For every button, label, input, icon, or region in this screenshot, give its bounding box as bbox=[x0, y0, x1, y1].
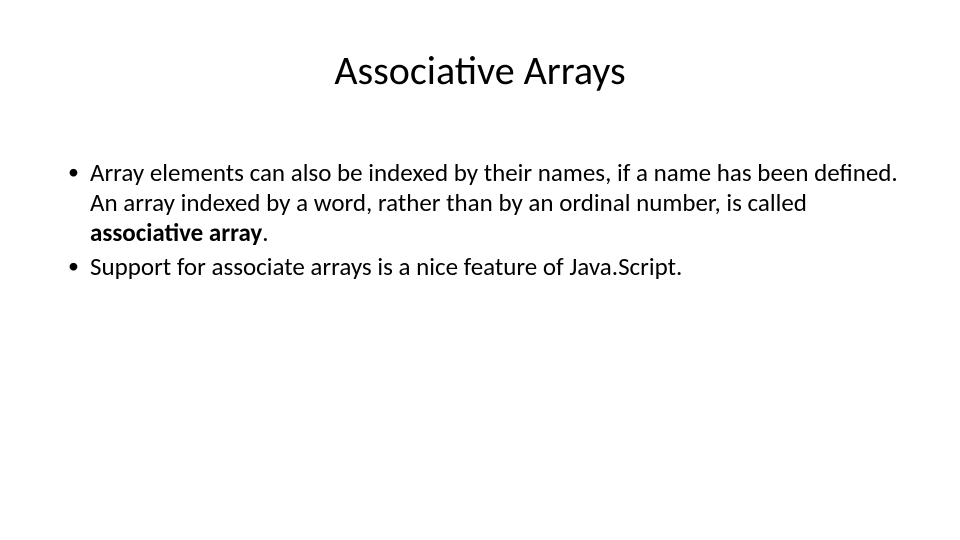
bullet-text-pre: Array elements can also be indexed by th… bbox=[90, 157, 898, 218]
slide: Associative Arrays Array elements can al… bbox=[0, 0, 960, 540]
list-item: Array elements can also be indexed by th… bbox=[66, 158, 900, 248]
slide-title: Associative Arrays bbox=[0, 46, 960, 95]
bullet-list: Array elements can also be indexed by th… bbox=[66, 158, 900, 282]
bullet-text-post: . bbox=[262, 217, 268, 248]
bullet-text-pre: Support for associate arrays is a nice f… bbox=[90, 251, 682, 282]
list-item: Support for associate arrays is a nice f… bbox=[66, 252, 900, 282]
slide-body: Array elements can also be indexed by th… bbox=[66, 158, 900, 286]
bullet-text-bold: associative array bbox=[90, 217, 262, 248]
